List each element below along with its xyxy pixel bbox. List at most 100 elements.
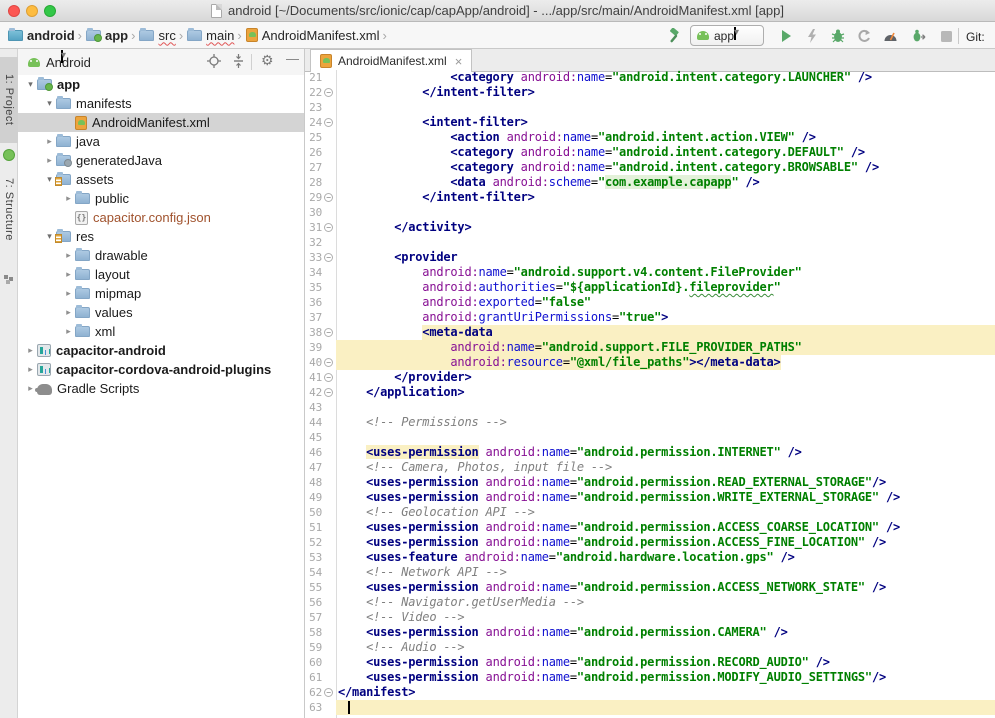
- chevron-collapsed-icon[interactable]: ▸: [62, 288, 75, 299]
- tree-item-layout[interactable]: ▸layout: [18, 265, 304, 284]
- code-line-47[interactable]: 47 <!-- Camera, Photos, input file -->: [305, 460, 995, 475]
- profiler-button[interactable]: [880, 26, 900, 46]
- code-line-40[interactable]: 40− android:resource="@xml/file_paths"><…: [305, 355, 995, 370]
- chevron-collapsed-icon[interactable]: ▸: [62, 193, 75, 204]
- tool-window-structure-tab[interactable]: 7: Structure: [0, 178, 18, 241]
- code-line-33[interactable]: 33− <provider: [305, 250, 995, 265]
- tool-window-android-tab[interactable]: [3, 149, 15, 161]
- collapse-all-button[interactable]: [232, 54, 245, 68]
- code-line-30[interactable]: 30: [305, 205, 995, 220]
- breadcrumb-item-androidmanifest.xml[interactable]: AndroidManifest.xml: [246, 28, 380, 43]
- code-line-59[interactable]: 59 <!-- Audio -->: [305, 640, 995, 655]
- tree-item-capacitor-android[interactable]: ▸capacitor-android: [18, 341, 304, 360]
- code-line-49[interactable]: 49 <uses-permission android:name="androi…: [305, 490, 995, 505]
- tree-item-res[interactable]: ▾res: [18, 227, 304, 246]
- code-line-41[interactable]: 41− </provider>: [305, 370, 995, 385]
- code-line-38[interactable]: 38− <meta-data: [305, 325, 995, 340]
- tree-item-gradle-scripts[interactable]: ▸Gradle Scripts: [18, 379, 304, 398]
- debug-button[interactable]: [828, 26, 848, 46]
- chevron-expanded-icon[interactable]: ▾: [43, 98, 56, 109]
- code-line-52[interactable]: 52 <uses-permission android:name="androi…: [305, 535, 995, 550]
- code-line-42[interactable]: 42− </application>: [305, 385, 995, 400]
- code-line-21[interactable]: 21 <category android:name="android.inten…: [305, 70, 995, 85]
- editor-tab-androidmanifest[interactable]: AndroidManifest.xml ×: [310, 49, 472, 72]
- chevron-collapsed-icon[interactable]: ▸: [62, 307, 75, 318]
- code-line-55[interactable]: 55 <uses-permission android:name="androi…: [305, 580, 995, 595]
- code-line-39[interactable]: 39 android:name="android.support.FILE_PR…: [305, 340, 995, 355]
- code-line-50[interactable]: 50 <!-- Geolocation API -->: [305, 505, 995, 520]
- fold-icon[interactable]: −: [324, 358, 333, 367]
- close-window-button[interactable]: [8, 5, 20, 17]
- project-view-select[interactable]: Android: [46, 55, 91, 70]
- code-line-56[interactable]: 56 <!-- Navigator.getUserMedia -->: [305, 595, 995, 610]
- tool-window-build-variants-tab[interactable]: [4, 275, 13, 284]
- code-line-22[interactable]: 22− </intent-filter>: [305, 85, 995, 100]
- fold-icon[interactable]: −: [324, 118, 333, 127]
- settings-button[interactable]: ⚙: [261, 52, 274, 69]
- fold-icon[interactable]: −: [324, 373, 333, 382]
- tree-item-values[interactable]: ▸values: [18, 303, 304, 322]
- chevron-collapsed-icon[interactable]: ▸: [62, 250, 75, 261]
- fold-icon[interactable]: −: [324, 388, 333, 397]
- tree-item-manifests[interactable]: ▾manifests: [18, 94, 304, 113]
- code-line-36[interactable]: 36 android:exported="false": [305, 295, 995, 310]
- breadcrumb-item-src[interactable]: src: [139, 28, 175, 43]
- code-line-58[interactable]: 58 <uses-permission android:name="androi…: [305, 625, 995, 640]
- code-line-32[interactable]: 32: [305, 235, 995, 250]
- code-line-54[interactable]: 54 <!-- Network API -->: [305, 565, 995, 580]
- tree-item-java[interactable]: ▸java: [18, 132, 304, 151]
- code-line-62[interactable]: 62−</manifest>: [305, 685, 995, 700]
- stop-button[interactable]: [936, 26, 956, 46]
- code-line-57[interactable]: 57 <!-- Video -->: [305, 610, 995, 625]
- code-line-61[interactable]: 61 <uses-permission android:name="androi…: [305, 670, 995, 685]
- tree-item-androidmanifest-xml[interactable]: AndroidManifest.xml: [18, 113, 304, 132]
- code-line-35[interactable]: 35 android:authorities="${applicationId}…: [305, 280, 995, 295]
- code-line-60[interactable]: 60 <uses-permission android:name="androi…: [305, 655, 995, 670]
- code-line-28[interactable]: 28 <data android:scheme="com.example.cap…: [305, 175, 995, 190]
- run-with-coverage-button[interactable]: [854, 26, 874, 46]
- tree-item-app[interactable]: ▾app: [18, 75, 304, 94]
- code-line-29[interactable]: 29− </intent-filter>: [305, 190, 995, 205]
- fold-icon[interactable]: −: [324, 88, 333, 97]
- fold-icon[interactable]: −: [324, 688, 333, 697]
- code-line-44[interactable]: 44 <!-- Permissions -->: [305, 415, 995, 430]
- code-line-63[interactable]: 63: [305, 700, 995, 715]
- code-line-25[interactable]: 25 <action android:name="android.intent.…: [305, 130, 995, 145]
- tree-item-generatedjava[interactable]: ▸generatedJava: [18, 151, 304, 170]
- code-area[interactable]: 21 <category android:name="android.inten…: [305, 70, 995, 715]
- code-line-48[interactable]: 48 <uses-permission android:name="androi…: [305, 475, 995, 490]
- minimize-window-button[interactable]: [26, 5, 38, 17]
- close-icon[interactable]: ×: [455, 54, 463, 69]
- locate-file-button[interactable]: [207, 54, 221, 68]
- code-line-46[interactable]: 46 <uses-permission android:name="androi…: [305, 445, 995, 460]
- breadcrumb-item-main[interactable]: main: [187, 28, 234, 43]
- breadcrumb-item-app[interactable]: app: [86, 28, 128, 43]
- code-line-37[interactable]: 37 android:grantUriPermissions="true">: [305, 310, 995, 325]
- tree-item-public[interactable]: ▸public: [18, 189, 304, 208]
- fold-icon[interactable]: −: [324, 328, 333, 337]
- code-line-31[interactable]: 31− </activity>: [305, 220, 995, 235]
- editor-area[interactable]: AndroidManifest.xml × 21 <category andro…: [305, 49, 995, 718]
- hide-panel-button[interactable]: —: [286, 51, 299, 66]
- code-line-23[interactable]: 23: [305, 100, 995, 115]
- zoom-window-button[interactable]: [44, 5, 56, 17]
- chevron-collapsed-icon[interactable]: ▸: [24, 364, 37, 375]
- apply-changes-button[interactable]: [802, 26, 822, 46]
- chevron-collapsed-icon[interactable]: ▸: [62, 269, 75, 280]
- tree-item-assets[interactable]: ▾assets: [18, 170, 304, 189]
- code-line-53[interactable]: 53 <uses-feature android:name="android.h…: [305, 550, 995, 565]
- tree-item-xml[interactable]: ▸xml: [18, 322, 304, 341]
- run-button[interactable]: [776, 26, 796, 46]
- breadcrumb-item-android[interactable]: android: [8, 28, 75, 43]
- tree-item-capacitor-cordova-android-plugins[interactable]: ▸capacitor-cordova-android-plugins: [18, 360, 304, 379]
- code-line-51[interactable]: 51 <uses-permission android:name="androi…: [305, 520, 995, 535]
- tree-item-capacitor-config-json[interactable]: capacitor.config.json: [18, 208, 304, 227]
- code-line-34[interactable]: 34 android:name="android.support.v4.cont…: [305, 265, 995, 280]
- tree-item-drawable[interactable]: ▸drawable: [18, 246, 304, 265]
- code-line-45[interactable]: 45: [305, 430, 995, 445]
- tree-item-mipmap[interactable]: ▸mipmap: [18, 284, 304, 303]
- chevron-collapsed-icon[interactable]: ▸: [43, 155, 56, 166]
- code-line-24[interactable]: 24− <intent-filter>: [305, 115, 995, 130]
- fold-icon[interactable]: −: [324, 223, 333, 232]
- run-configuration-select[interactable]: app ▾: [690, 25, 764, 46]
